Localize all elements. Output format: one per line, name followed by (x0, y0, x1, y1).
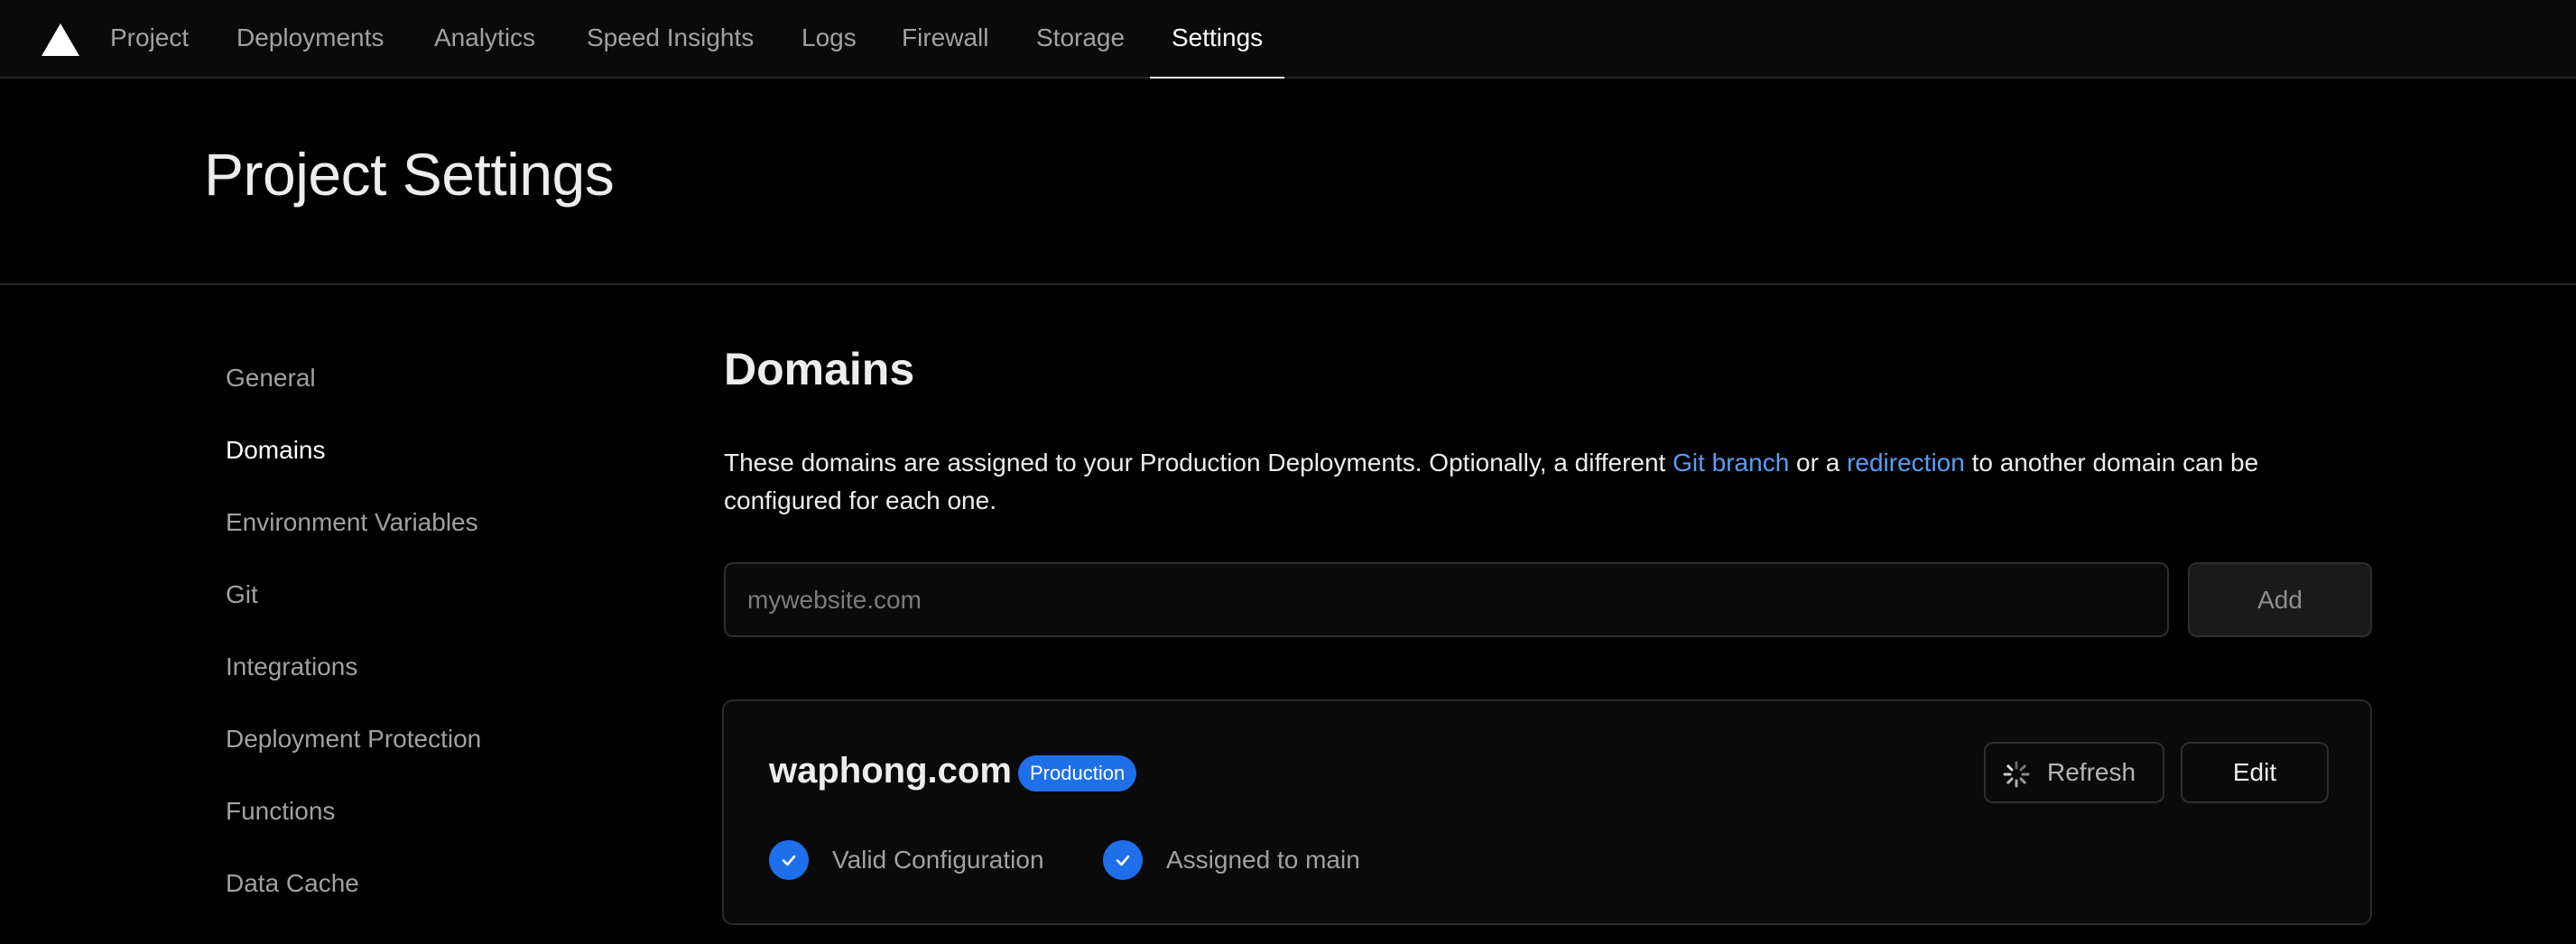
tab-storage[interactable]: Storage (1036, 0, 1125, 79)
check-icon (769, 840, 809, 880)
redirection-link[interactable]: redirection (1847, 449, 1965, 477)
status-label: Assigned to main (1166, 846, 1360, 874)
sidebar-item-environment-variables[interactable]: Environment Variables (226, 508, 478, 537)
git-branch-link[interactable]: Git branch (1673, 449, 1789, 477)
tab-speed-insights[interactable]: Speed Insights (587, 0, 754, 79)
top-navigation: Project Deployments Analytics Speed Insi… (0, 0, 2576, 80)
tab-firewall[interactable]: Firewall (902, 0, 988, 79)
sidebar-item-functions[interactable]: Functions (226, 797, 335, 826)
section-title: Domains (724, 344, 915, 394)
vercel-logo-icon[interactable] (42, 23, 79, 56)
domain-card: waphong.com Production Refresh Edit Vali… (722, 699, 2372, 925)
check-icon (1103, 840, 1143, 880)
refresh-label: Refresh (2047, 758, 2136, 786)
sidebar-item-data-cache[interactable]: Data Cache (226, 869, 359, 898)
refresh-button[interactable]: Refresh (1984, 742, 2164, 803)
edit-button[interactable]: Edit (2181, 742, 2329, 803)
domain-input[interactable] (724, 562, 2169, 637)
description-text: These domains are assigned to your Produ… (724, 449, 1673, 477)
spinner-icon (2003, 761, 2030, 788)
production-badge: Production (1018, 755, 1137, 791)
tab-logs[interactable]: Logs (802, 0, 857, 79)
description-text: or a (1789, 449, 1848, 477)
sidebar-item-deployment-protection[interactable]: Deployment Protection (226, 725, 481, 754)
sidebar-item-integrations[interactable]: Integrations (226, 652, 357, 681)
tab-deployments[interactable]: Deployments (236, 0, 384, 79)
sidebar-item-general[interactable]: General (226, 364, 316, 393)
sidebar-item-git[interactable]: Git (226, 580, 258, 609)
status-label: Valid Configuration (832, 846, 1044, 874)
domain-name[interactable]: waphong.com (769, 751, 1012, 791)
status-valid-configuration: Valid Configuration (769, 840, 1044, 880)
tab-settings[interactable]: Settings (1149, 0, 1285, 80)
status-assigned-branch: Assigned to main (1103, 840, 1360, 880)
add-domain-button[interactable]: Add (2188, 562, 2372, 637)
tab-project[interactable]: Project (110, 0, 189, 79)
tab-analytics[interactable]: Analytics (434, 0, 535, 79)
sidebar-item-domains[interactable]: Domains (226, 436, 325, 465)
domains-description: These domains are assigned to your Produ… (724, 444, 2349, 520)
page-title: Project Settings (204, 141, 615, 208)
page-header: Project Settings (0, 79, 2576, 285)
